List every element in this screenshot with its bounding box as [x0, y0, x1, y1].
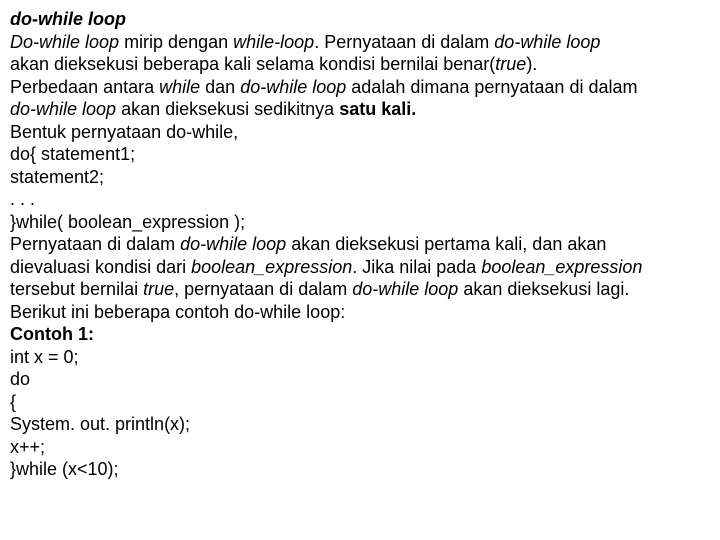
text-segment: System. out. println(x); [10, 414, 190, 434]
text-segment: while [159, 77, 205, 97]
text-segment: tersebut bernilai [10, 279, 143, 299]
text-segment: do-while loop [180, 234, 291, 254]
text-segment: true [495, 54, 526, 74]
text-line: do-while loop akan dieksekusi sedikitnya… [10, 98, 710, 121]
text-segment: akan dieksekusi sedikitnya [121, 99, 339, 119]
text-segment: . Pernyataan di dalam [314, 32, 494, 52]
text-segment: { [10, 392, 16, 412]
text-segment: statement2; [10, 167, 104, 187]
text-segment: dievaluasi kondisi dari [10, 257, 191, 277]
text-segment: Do-while loop [10, 32, 119, 52]
text-segment: akan dieksekusi lagi. [463, 279, 629, 299]
text-segment: do-while loop [10, 9, 126, 29]
text-line: do-while loop [10, 8, 710, 31]
text-line: Do-while loop mirip dengan while-loop. P… [10, 31, 710, 54]
text-line: statement2; [10, 166, 710, 189]
text-segment: do-while loop [240, 77, 351, 97]
text-segment: Pernyataan di dalam [10, 234, 180, 254]
text-line: x++; [10, 436, 710, 459]
text-line: Bentuk pernyataan do-while, [10, 121, 710, 144]
text-segment: ). [526, 54, 537, 74]
text-segment: Perbedaan antara [10, 77, 159, 97]
text-segment: . Jika nilai pada [352, 257, 481, 277]
text-line: int x = 0; [10, 346, 710, 369]
text-line: Pernyataan di dalam do-while loop akan d… [10, 233, 710, 256]
text-segment: int x = 0; [10, 347, 79, 367]
text-segment: akan dieksekusi pertama kali, dan akan [291, 234, 606, 254]
text-segment: do [10, 369, 30, 389]
text-segment: do-while loop [10, 99, 121, 119]
text-line: }while( boolean_expression ); [10, 211, 710, 234]
text-segment: boolean_expression [191, 257, 352, 277]
text-segment: }while( boolean_expression ); [10, 212, 245, 232]
text-line: }while (x<10); [10, 458, 710, 481]
text-line: akan dieksekusi beberapa kali selama kon… [10, 53, 710, 76]
text-segment: Bentuk pernyataan do-while, [10, 122, 238, 142]
text-line: do [10, 368, 710, 391]
text-segment: do-while loop [494, 32, 600, 52]
text-segment: x++; [10, 437, 45, 457]
text-segment: }while (x<10); [10, 459, 119, 479]
text-segment: . . . [10, 189, 35, 209]
text-segment: boolean_expression [481, 257, 642, 277]
text-segment: do{ statement1; [10, 144, 135, 164]
text-segment: true [143, 279, 174, 299]
text-line: . . . [10, 188, 710, 211]
text-segment: satu kali. [339, 99, 416, 119]
text-segment: do-while loop [352, 279, 463, 299]
text-line: Contoh 1: [10, 323, 710, 346]
text-line: dievaluasi kondisi dari boolean_expressi… [10, 256, 710, 279]
text-segment: while-loop [233, 32, 314, 52]
text-line: System. out. println(x); [10, 413, 710, 436]
text-segment: , pernyataan di dalam [174, 279, 352, 299]
text-segment: akan dieksekusi beberapa kali selama kon… [10, 54, 495, 74]
text-segment: adalah dimana pernyataan di dalam [351, 77, 637, 97]
text-line: Perbedaan antara while dan do-while loop… [10, 76, 710, 99]
text-segment: mirip dengan [119, 32, 233, 52]
text-line: tersebut bernilai true, pernyataan di da… [10, 278, 710, 301]
text-line: { [10, 391, 710, 414]
text-line: Berikut ini beberapa contoh do-while loo… [10, 301, 710, 324]
text-segment: Berikut ini beberapa contoh do-while loo… [10, 302, 345, 322]
text-line: do{ statement1; [10, 143, 710, 166]
text-segment: dan [205, 77, 240, 97]
document-page: do-while loopDo-while loop mirip dengan … [0, 0, 720, 489]
text-segment: Contoh 1: [10, 324, 94, 344]
